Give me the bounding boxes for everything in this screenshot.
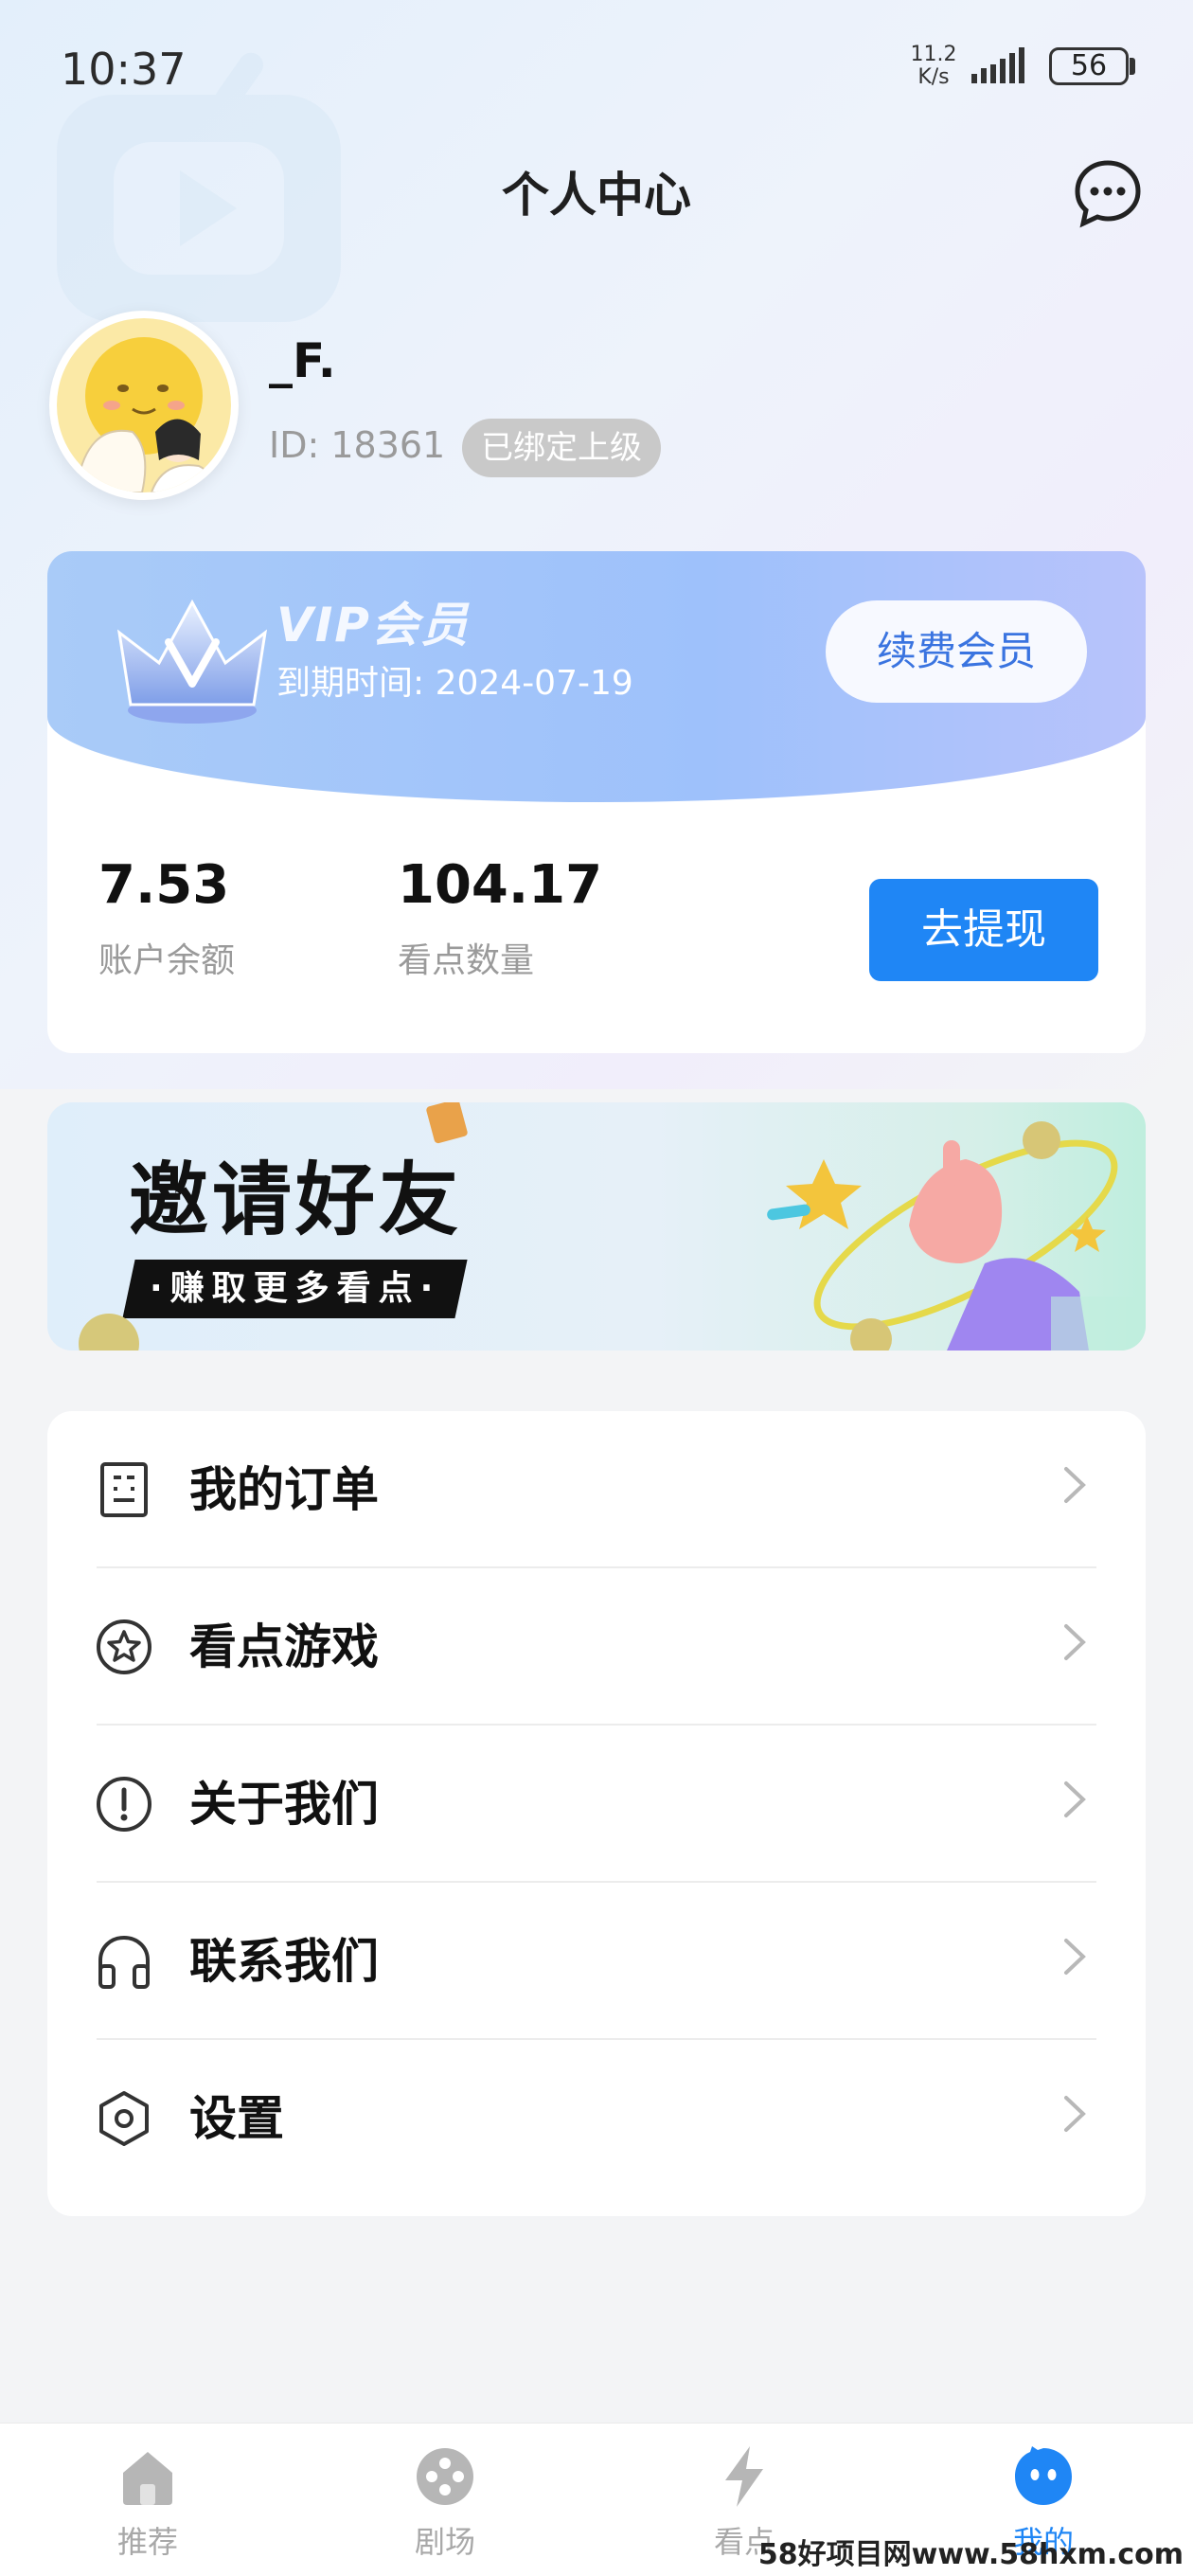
invite-subtitle: ·赚取更多看点· bbox=[150, 1269, 441, 1308]
points-value: 104.17 bbox=[398, 854, 603, 916]
site-watermark: 58好项目网www.58hxm.com bbox=[757, 2538, 1184, 2571]
lightning-icon bbox=[725, 2446, 763, 2507]
menu-label: 看点游戏 bbox=[189, 1619, 379, 1674]
tab-recommend[interactable]: 推荐 bbox=[53, 2424, 242, 2576]
network-speed: 11.2 K/s bbox=[910, 43, 957, 89]
points-stat: 104.17 看点数量 bbox=[398, 854, 602, 982]
renew-membership-button[interactable]: 续费会员 bbox=[826, 600, 1087, 703]
invite-friends-banner[interactable]: 邀请好友 ·赚取更多看点· bbox=[47, 1102, 1146, 1351]
menu-list: 我的订单 看点游戏 关于我们 联系我们 设置 bbox=[47, 1411, 1146, 2216]
points-label: 看点数量 bbox=[398, 941, 535, 980]
menu-label: 联系我们 bbox=[189, 1934, 379, 1989]
status-bar: 10:37 11.2 K/s 56 bbox=[0, 0, 1193, 133]
chevron-right-icon bbox=[1064, 2096, 1086, 2132]
chevron-right-icon bbox=[1064, 1467, 1086, 1503]
balance-stat: 7.53 账户余额 bbox=[98, 854, 235, 982]
chat-bubble-icon[interactable] bbox=[1072, 157, 1144, 229]
tab-label: 剧场 bbox=[414, 2524, 475, 2560]
menu-label: 设置 bbox=[189, 2091, 284, 2146]
home-icon bbox=[123, 2452, 172, 2505]
menu-item-contact[interactable]: 联系我们 bbox=[47, 1883, 1146, 2040]
username: _F. bbox=[269, 333, 336, 388]
bottom-tab-bar: 推荐 剧场 看点 我的 58好项目网www.58hxm.com bbox=[0, 2423, 1193, 2576]
crown-icon bbox=[116, 599, 268, 724]
menu-label: 我的订单 bbox=[189, 1462, 379, 1517]
balance-value: 7.53 bbox=[98, 854, 230, 916]
tab-label: 推荐 bbox=[116, 2524, 178, 2560]
star-circle-icon bbox=[97, 1619, 151, 1674]
invite-title: 邀请好友 bbox=[129, 1154, 463, 1246]
menu-label: 关于我们 bbox=[189, 1777, 379, 1832]
order-list-icon bbox=[100, 1462, 148, 1517]
menu-item-orders[interactable]: 我的订单 bbox=[47, 1411, 1146, 1568]
vip-expire-date: 到期时间: 2024-07-19 bbox=[276, 664, 633, 703]
menu-item-about[interactable]: 关于我们 bbox=[47, 1726, 1146, 1883]
menu-item-settings[interactable]: 设置 bbox=[47, 2040, 1146, 2197]
film-reel-icon bbox=[417, 2448, 473, 2505]
battery-indicator: 56 bbox=[1049, 47, 1129, 85]
gift-box-decoration-icon bbox=[426, 1102, 468, 1144]
vip-card: VIP会员 到期时间: 2024-07-19 续费会员 7.53 账户余额 10… bbox=[47, 551, 1146, 1053]
avatar-illustration bbox=[57, 318, 231, 492]
bound-referrer-badge: 已绑定上级 bbox=[462, 419, 661, 477]
status-time: 10:37 bbox=[61, 44, 187, 95]
vip-title: VIP会员 bbox=[276, 598, 470, 653]
signal-strength-icon bbox=[971, 47, 1024, 83]
chevron-right-icon bbox=[1064, 1939, 1086, 1975]
menu-item-games[interactable]: 看点游戏 bbox=[47, 1568, 1146, 1726]
exclamation-circle-icon bbox=[97, 1777, 151, 1832]
battery-tip bbox=[1130, 58, 1135, 75]
coin-decoration-icon bbox=[79, 1314, 139, 1351]
hand-with-ring-illustration bbox=[767, 1121, 1146, 1351]
hexagon-settings-icon bbox=[99, 2091, 149, 2146]
mascot-face-icon bbox=[1015, 2446, 1072, 2505]
balance-label: 账户余额 bbox=[98, 941, 236, 980]
tab-theater[interactable]: 剧场 bbox=[350, 2424, 540, 2576]
user-id: ID: 18361 bbox=[269, 424, 446, 466]
headphones-icon bbox=[98, 1935, 150, 1989]
chevron-right-icon bbox=[1064, 1624, 1086, 1660]
invite-subtitle-tag: ·赚取更多看点· bbox=[122, 1260, 468, 1318]
chevron-right-icon bbox=[1064, 1781, 1086, 1817]
withdraw-button[interactable]: 去提现 bbox=[869, 879, 1098, 981]
avatar[interactable] bbox=[49, 311, 239, 500]
page-title: 个人中心 bbox=[502, 168, 691, 223]
